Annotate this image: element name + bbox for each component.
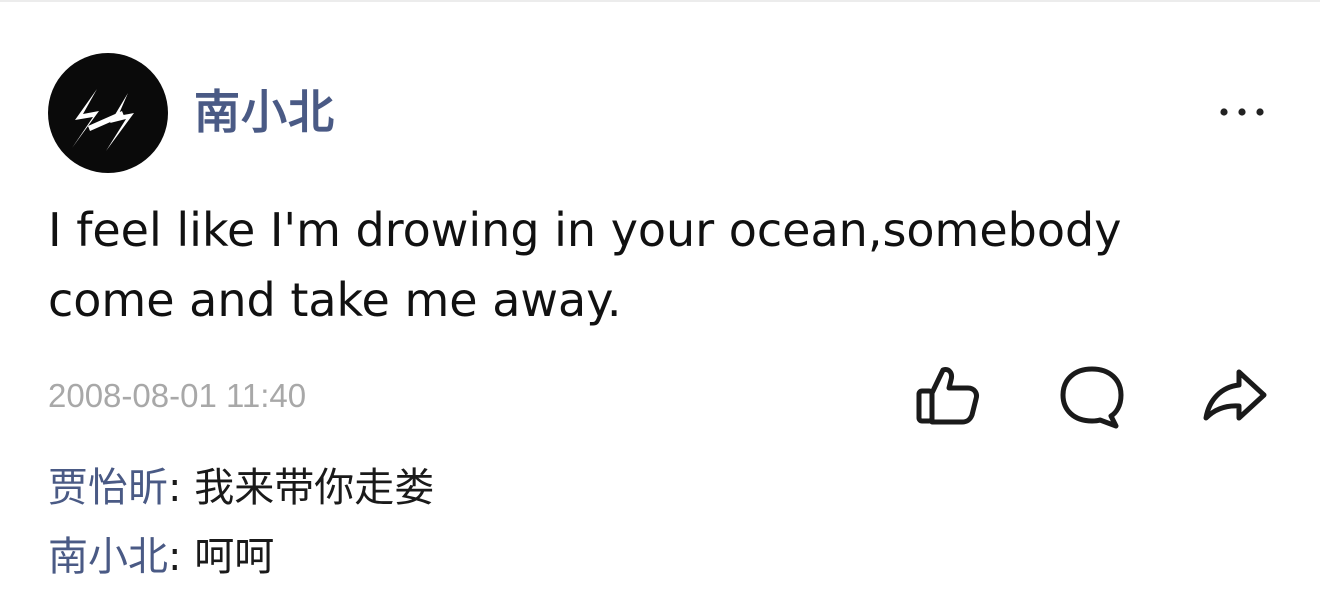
comment-separator: : <box>168 534 195 580</box>
avatar[interactable] <box>48 53 168 173</box>
comment-button[interactable] <box>1054 358 1130 434</box>
lightning-bolt-icon <box>72 89 134 151</box>
share-button[interactable] <box>1197 358 1273 434</box>
comment-author[interactable]: 贾怡昕 <box>48 465 168 511</box>
top-divider <box>0 0 1320 2</box>
comment-separator: : <box>168 465 195 511</box>
ellipsis-icon <box>1220 108 1264 116</box>
like-button[interactable] <box>908 358 984 434</box>
post-timestamp: 2008-08-01 11:40 <box>48 377 307 414</box>
share-arrow-icon <box>1203 369 1267 421</box>
thumbs-up-icon <box>916 367 979 425</box>
comment-item: 南小北: 呵呵 <box>48 531 274 583</box>
comment-author[interactable]: 南小北 <box>48 534 168 580</box>
post-text: I feel like I'm drowing in your ocean,so… <box>48 203 1122 327</box>
comment-text: 我来带你走娄 <box>194 465 435 511</box>
author-name[interactable]: 南小北 <box>194 84 335 140</box>
more-options-button[interactable] <box>1212 96 1272 128</box>
comment-text: 呵呵 <box>194 534 275 580</box>
comment-item: 贾怡昕: 我来带你走娄 <box>48 462 434 514</box>
speech-bubble-icon <box>1060 366 1124 429</box>
